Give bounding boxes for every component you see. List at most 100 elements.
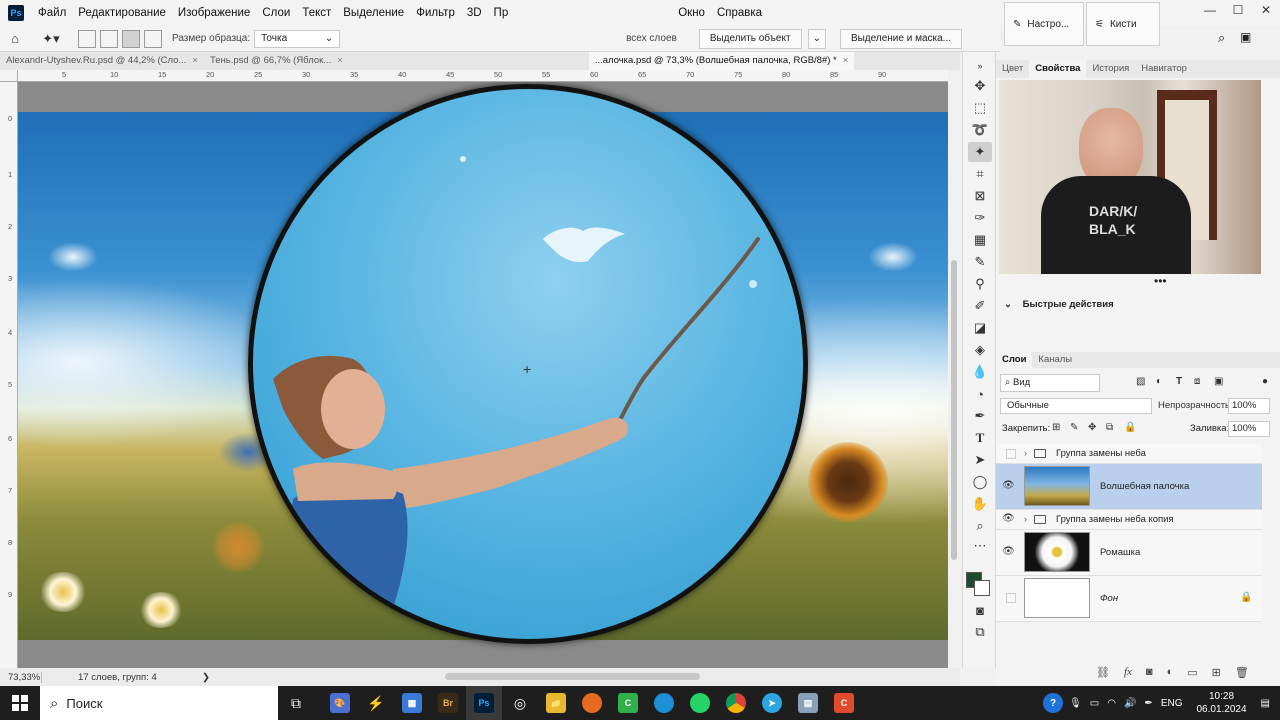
paint-bucket-tool-icon[interactable]: ◈ xyxy=(968,340,992,360)
notifications-icon[interactable]: ▤ xyxy=(1261,698,1270,709)
type-tool-icon[interactable]: T xyxy=(968,428,992,448)
select-subject-button[interactable]: Выделить объект xyxy=(698,28,802,49)
brushes-mini-panel[interactable]: ⚟ Кисти xyxy=(1086,2,1160,46)
doc-tab[interactable]: Тень.psd @ 66,7% (Яблок... × xyxy=(204,52,349,70)
panel-more-icon[interactable]: ••• xyxy=(1154,274,1167,288)
edge-app-icon[interactable] xyxy=(646,686,682,720)
eyedropper-tool-icon[interactable]: ✑ xyxy=(968,208,992,228)
help-icon[interactable]: ? xyxy=(1043,693,1064,713)
photoshop-app-icon[interactable]: Ps xyxy=(466,686,502,720)
add-selection-icon[interactable] xyxy=(100,29,118,48)
layer-row-selected[interactable]: 👁 Волшебная палочка xyxy=(996,464,1262,510)
quick-mask-icon[interactable]: ◙ xyxy=(968,600,992,620)
chevron-right-icon[interactable]: › xyxy=(1024,514,1027,524)
maximize-icon[interactable]: ☐ xyxy=(1224,0,1252,20)
menu-3d[interactable]: 3D xyxy=(461,0,488,26)
clock[interactable]: 10:28 06.01.2024 xyxy=(1186,690,1256,716)
status-arrow-icon[interactable]: ❯ xyxy=(202,672,210,683)
eye-icon[interactable]: 👁 xyxy=(1002,513,1015,524)
layer-row[interactable]: Фон 🔒 xyxy=(996,576,1262,622)
filter-adjustment-icon[interactable]: ◐ xyxy=(1156,376,1162,387)
lasso-tool-icon[interactable]: ➰ xyxy=(968,120,992,140)
layers-filter-select[interactable]: ⌕ Вид xyxy=(1000,374,1100,392)
move-tool-icon[interactable]: ✥ xyxy=(968,76,992,96)
doc-tab-active[interactable]: ...алочка.psd @ 73,3% (Волшебная палочка… xyxy=(588,52,855,70)
frame-tool-icon[interactable]: ⊠ xyxy=(968,186,992,206)
visibility-off-icon[interactable] xyxy=(1006,449,1016,459)
lock-pixels-icon[interactable]: ✎ xyxy=(1070,422,1078,433)
eye-icon[interactable]: 👁 xyxy=(1002,480,1015,491)
vertical-scrollbar-thumb[interactable] xyxy=(951,260,957,560)
microphone-icon[interactable]: 🎙 xyxy=(1069,698,1082,709)
home-icon[interactable]: ⌂ xyxy=(4,29,26,49)
adjustments-mini-panel[interactable]: ✎ Настро... xyxy=(1004,2,1084,46)
tab-navigator[interactable]: Навигатор xyxy=(1135,60,1193,78)
layer-row[interactable]: › Группа замены неба xyxy=(996,444,1262,464)
opacity-input[interactable]: 100% xyxy=(1228,398,1270,414)
quick-actions-section[interactable]: ⌄ Быстрые действия xyxy=(996,296,1280,314)
vertical-scrollbar[interactable] xyxy=(948,70,960,668)
workspace-icon[interactable]: ▣ xyxy=(1240,30,1251,44)
more-tools-icon[interactable]: ⋯ xyxy=(968,536,992,556)
healing-brush-tool-icon[interactable]: ▦ xyxy=(968,230,992,250)
taskbar-search[interactable]: ⌕ Поиск xyxy=(40,686,278,720)
task-view-icon[interactable]: ⧉ xyxy=(278,686,314,720)
filter-smart-object-icon[interactable]: ▣ xyxy=(1214,376,1223,387)
visibility-off-icon[interactable] xyxy=(1006,593,1016,603)
select-and-mask-button[interactable]: Выделение и маска... xyxy=(839,28,963,49)
filter-toggle-icon[interactable]: ● xyxy=(1262,376,1268,387)
intersect-selection-icon[interactable] xyxy=(144,29,162,48)
add-mask-icon[interactable]: ◙ xyxy=(1146,666,1153,679)
screen-mode-icon[interactable]: ⧉ xyxy=(968,622,992,642)
marquee-tool-icon[interactable]: ⬚ xyxy=(968,98,992,118)
adjustment-layer-icon[interactable]: ◐ xyxy=(1167,666,1174,679)
lock-position-icon[interactable]: ✥ xyxy=(1088,422,1096,433)
minimize-icon[interactable]: — xyxy=(1196,0,1224,20)
layer-row[interactable]: 👁 › Группа замены неба копия xyxy=(996,510,1262,530)
folder-app-icon[interactable]: 📁 xyxy=(538,686,574,720)
close-icon[interactable]: × xyxy=(337,55,343,66)
new-group-icon[interactable]: ▭ xyxy=(1187,666,1197,679)
pen-icon[interactable]: ✒ xyxy=(1144,698,1152,709)
tab-history[interactable]: История xyxy=(1086,60,1135,78)
paint-app-icon[interactable]: 🎨 xyxy=(322,686,358,720)
whatsapp-app-icon[interactable] xyxy=(682,686,718,720)
files-app-icon[interactable]: ▤ xyxy=(790,686,826,720)
search-icon[interactable]: ⌕ xyxy=(1218,30,1225,46)
horizontal-scrollbar-thumb[interactable] xyxy=(445,673,700,680)
capture-app-icon[interactable]: ◎ xyxy=(502,686,538,720)
volume-icon[interactable]: 🔊 xyxy=(1124,698,1136,709)
hand-tool-icon[interactable]: ✋ xyxy=(968,494,992,514)
menu-view[interactable]: Пр xyxy=(488,0,515,26)
crop-tool-icon[interactable]: ⌗ xyxy=(968,164,992,184)
menu-select[interactable]: Выделение xyxy=(337,0,410,26)
battery-icon[interactable]: ▭ xyxy=(1090,698,1099,709)
filter-pixel-icon[interactable]: ▧ xyxy=(1136,376,1145,387)
dodge-tool-icon[interactable]: ◔ xyxy=(968,384,992,404)
canvas-area[interactable]: + xyxy=(18,82,948,668)
tab-properties[interactable]: Свойства xyxy=(1029,60,1087,78)
ellipse-tool-icon[interactable]: ◯ xyxy=(968,472,992,492)
lock-artboard-icon[interactable]: ⧉ xyxy=(1106,422,1113,433)
new-selection-icon[interactable] xyxy=(78,29,96,48)
fill-input[interactable]: 100% xyxy=(1228,421,1270,437)
path-selection-tool-icon[interactable]: ➤ xyxy=(968,450,992,470)
history-brush-tool-icon[interactable]: ✐ xyxy=(968,296,992,316)
brush-tool-icon[interactable]: ✎ xyxy=(968,252,992,272)
blur-tool-icon[interactable]: 💧 xyxy=(968,362,992,382)
link-layers-icon[interactable]: ⛓ xyxy=(1096,666,1110,679)
close-icon[interactable]: ✕ xyxy=(1252,0,1280,20)
red-app-icon[interactable]: C xyxy=(826,686,862,720)
all-layers-label[interactable]: всех слоев xyxy=(626,33,677,44)
layer-row[interactable]: 👁 Ромашка xyxy=(996,530,1262,576)
network-icon[interactable]: ◠ xyxy=(1107,698,1116,709)
close-icon[interactable]: × xyxy=(192,55,198,66)
lock-transparency-icon[interactable]: ⊞ xyxy=(1052,422,1060,433)
stamp-tool-icon[interactable]: ⚲ xyxy=(968,274,992,294)
camtasia-app-icon[interactable]: C xyxy=(610,686,646,720)
background-color-swatch[interactable] xyxy=(974,580,990,596)
menu-layers[interactable]: Слои xyxy=(256,0,296,26)
doc-tab[interactable]: Alexandr-Utyshev.Ru.psd @ 44,2% (Сло... × xyxy=(0,52,204,70)
blend-mode-select[interactable]: Обычные xyxy=(1000,398,1152,414)
tab-layers[interactable]: Слои xyxy=(996,351,1033,369)
